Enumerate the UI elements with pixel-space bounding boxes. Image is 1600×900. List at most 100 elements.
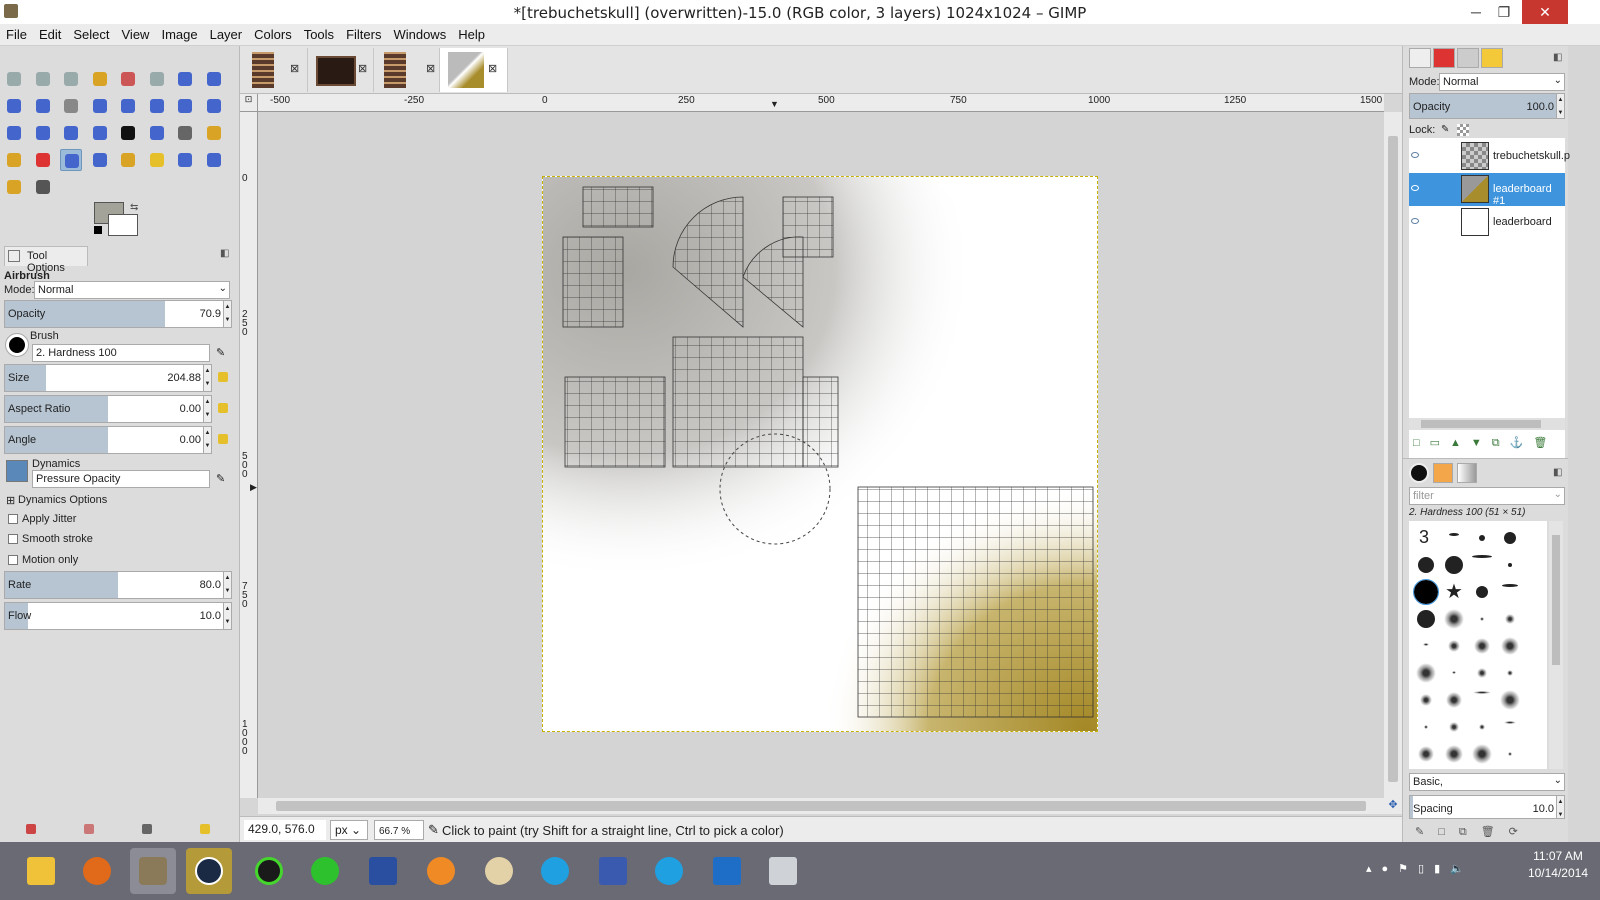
panel-menu-icon[interactable]: ◧: [1553, 467, 1562, 478]
paint-icon[interactable]: [476, 848, 522, 894]
close-button[interactable]: ✕: [1522, 0, 1568, 24]
rate-slider[interactable]: Rate 80.0 ▲ ▼: [4, 571, 232, 599]
move-tool-icon[interactable]: [89, 95, 111, 117]
brush-cell[interactable]: [1441, 741, 1467, 767]
scale-tool-icon[interactable]: [203, 95, 225, 117]
brush-field[interactable]: 2. Hardness 100: [32, 344, 210, 362]
save-options-icon[interactable]: [26, 824, 36, 834]
menu-colors[interactable]: Colors: [248, 24, 298, 42]
maximize-button[interactable]: ❐: [1486, 0, 1522, 24]
text-tool-icon[interactable]: [117, 122, 139, 144]
scrollbar-thumb[interactable]: [1552, 535, 1560, 665]
vertical-ruler[interactable]: 0 2 5 0 5 0 0 7 5 0 1 0 0 0 ▶: [240, 112, 258, 798]
shear-tool-icon[interactable]: [3, 122, 25, 144]
menu-tools[interactable]: Tools: [298, 24, 340, 42]
expand-icon[interactable]: ⊞: [6, 494, 15, 507]
image-tab[interactable]: ⊠: [308, 48, 374, 92]
panel-menu-icon[interactable]: ◧: [220, 248, 229, 259]
brush-cell[interactable]: [1413, 714, 1439, 740]
brush-cell[interactable]: [1441, 525, 1467, 551]
brush-cell[interactable]: [1469, 552, 1495, 578]
brush-cell[interactable]: [1497, 660, 1523, 686]
channels-tab-icon[interactable]: [1433, 48, 1455, 68]
layer-row[interactable]: trebuchetskull.p: [1409, 140, 1570, 173]
brush-cell[interactable]: [1413, 660, 1439, 686]
brush-filter-input[interactable]: filter ⌄: [1409, 487, 1565, 505]
apply-jitter-checkbox[interactable]: [8, 514, 18, 524]
brush-cell[interactable]: [1441, 714, 1467, 740]
system-tool-icon[interactable]: [590, 848, 636, 894]
horizontal-ruler[interactable]: -500 -250 0 250 500 750 1000 1250 1500 ▼: [258, 94, 1384, 112]
dynamics-field[interactable]: Pressure Opacity: [32, 470, 210, 488]
paths-tool-icon[interactable]: [203, 68, 225, 90]
ruler-corner-icon[interactable]: ⊡: [240, 94, 258, 112]
smooth-stroke-checkbox[interactable]: [8, 534, 18, 544]
blend-tool-icon[interactable]: [174, 122, 196, 144]
motion-only-checkbox[interactable]: [8, 555, 18, 565]
align-tool-icon[interactable]: [117, 95, 139, 117]
brushes-tab-icon[interactable]: [1409, 463, 1429, 483]
opacity-slider[interactable]: Opacity 70.9 ▲ ▼: [4, 300, 232, 328]
edit-brush-icon[interactable]: ✎: [216, 346, 225, 359]
heal-tool-icon[interactable]: [146, 149, 168, 171]
razer-icon[interactable]: [246, 848, 292, 894]
brush-cell[interactable]: [1469, 714, 1495, 740]
brush-cell[interactable]: [1469, 525, 1495, 551]
brush-cell[interactable]: [1497, 606, 1523, 632]
menu-windows[interactable]: Windows: [387, 24, 452, 42]
layer-row[interactable]: leaderboard: [1409, 206, 1565, 239]
close-tab-icon[interactable]: ⊠: [358, 62, 367, 75]
menu-filters[interactable]: Filters: [340, 24, 387, 42]
skype-business-icon[interactable]: [646, 848, 692, 894]
layers-hscrollbar[interactable]: [1409, 418, 1565, 430]
color-select-tool-icon[interactable]: [117, 68, 139, 90]
undo-history-tab-icon[interactable]: [1481, 48, 1503, 68]
brush-cell[interactable]: [1441, 660, 1467, 686]
free-select-tool-icon[interactable]: [60, 68, 82, 90]
brush-cell[interactable]: [1497, 525, 1523, 551]
menu-file[interactable]: File: [0, 24, 33, 42]
fuzzy-select-tool-icon[interactable]: [89, 68, 111, 90]
brush-cell[interactable]: [1497, 714, 1523, 740]
rect-select-tool-icon[interactable]: [3, 68, 25, 90]
layer-opacity-slider[interactable]: Opacity 100.0 ▲ ▼: [1409, 93, 1565, 119]
image-tab[interactable]: ⊠: [374, 48, 440, 92]
restore-options-icon[interactable]: [84, 824, 94, 834]
visual-studio-icon[interactable]: [360, 848, 406, 894]
pencil-tool-icon[interactable]: [203, 122, 225, 144]
visibility-eye-icon[interactable]: [1411, 185, 1419, 191]
brush-cell[interactable]: [1469, 687, 1495, 713]
layer-actions-icons[interactable]: □▭▲▼⧉⚓🗑: [1413, 436, 1557, 450]
dodge-burn-tool-icon[interactable]: [32, 176, 54, 198]
brush-cell[interactable]: [1469, 633, 1495, 659]
perspective-tool-icon[interactable]: [32, 122, 54, 144]
lock-pixels-icon[interactable]: ✎: [1441, 124, 1449, 135]
brush-cell[interactable]: [1469, 741, 1495, 767]
menu-edit[interactable]: Edit: [33, 24, 67, 42]
brush-cell[interactable]: [1497, 741, 1523, 767]
steam-icon[interactable]: [186, 848, 232, 894]
swap-colors-icon[interactable]: ⇆: [130, 202, 138, 213]
image-tab-active[interactable]: ⊠: [440, 48, 508, 92]
flip-tool-icon[interactable]: [60, 122, 82, 144]
edit-dynamics-icon[interactable]: ✎: [216, 472, 225, 485]
brush-cell[interactable]: ★: [1441, 579, 1467, 605]
size-slider[interactable]: Size 204.88 ▲ ▼: [4, 364, 212, 392]
brush-cell[interactable]: [1497, 687, 1523, 713]
vertical-scrollbar[interactable]: [1384, 112, 1402, 798]
patterns-tab-icon[interactable]: [1433, 463, 1453, 483]
reset-aspect-icon[interactable]: [218, 403, 228, 413]
scissors-tool-icon[interactable]: [146, 68, 168, 90]
blender-icon[interactable]: [418, 848, 464, 894]
visibility-eye-icon[interactable]: [1411, 152, 1419, 158]
flow-slider[interactable]: Flow 10.0 ▲ ▼: [4, 602, 232, 630]
brush-cell[interactable]: [1413, 741, 1439, 767]
default-colors-icon[interactable]: [94, 226, 102, 234]
brush-preview-icon[interactable]: [5, 333, 29, 357]
rotate-tool-icon[interactable]: [174, 95, 196, 117]
brush-cell[interactable]: [1441, 606, 1467, 632]
skype-icon[interactable]: [532, 848, 578, 894]
file-explorer-icon[interactable]: [18, 848, 64, 894]
brush-cell[interactable]: [1497, 633, 1523, 659]
brush-cell[interactable]: [1413, 687, 1439, 713]
